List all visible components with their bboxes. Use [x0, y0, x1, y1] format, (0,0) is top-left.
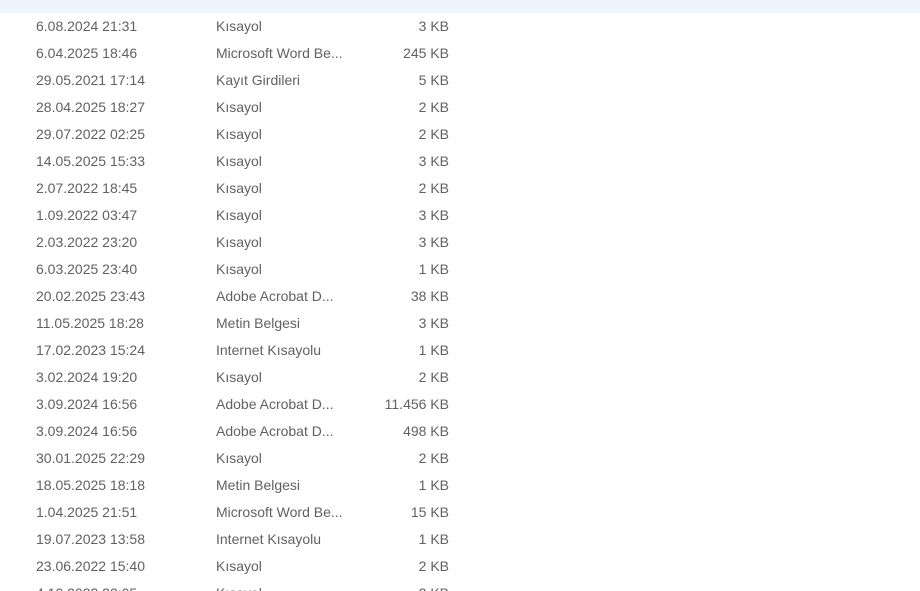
date-modified-cell: 20.02.2025 23:43 — [36, 288, 145, 304]
file-type-cell: Kısayol — [216, 580, 356, 591]
date-modified-cell: 29.05.2021 17:14 — [36, 72, 145, 88]
file-row[interactable]: 2.07.2022 18:45 Kısayol 2 KB — [0, 175, 920, 202]
date-modified-cell: 4.10.2022 22:05 — [36, 580, 206, 591]
file-size-cell — [360, 0, 449, 13]
date-modified-cell: 28.04.2025 18:27 — [36, 99, 145, 115]
file-size-cell: 3 KB — [418, 153, 449, 169]
file-size-cell: 245 KB — [403, 45, 449, 61]
file-size-cell: 3 KB — [418, 234, 449, 250]
file-size-cell: 2 KB — [418, 180, 449, 196]
file-row[interactable]: 2.03.2022 23:20 Kısayol 3 KB — [0, 229, 920, 256]
file-size-cell: 2 KB — [418, 450, 449, 466]
file-type-cell: Adobe Acrobat D... — [216, 288, 334, 304]
file-row[interactable]: 23.06.2022 15:40 Kısayol 2 KB — [0, 553, 920, 580]
date-modified-cell: 29.07.2022 02:25 — [36, 126, 145, 142]
date-modified-cell: 11.05.2025 18:28 — [36, 315, 144, 331]
file-type-cell: Kısayol — [216, 261, 262, 277]
file-list: 6.08.2024 21:31 Kısayol 3 KB 6.04.2025 1… — [0, 0, 920, 591]
file-row[interactable]: 6.08.2024 21:31 Kısayol 3 KB — [0, 13, 920, 40]
file-row[interactable]: 4.10.2022 22:05 Kısayol 2 KB — [0, 580, 920, 591]
file-type-cell: Kısayol — [216, 234, 262, 250]
file-size-cell: 5 KB — [418, 72, 449, 88]
file-size-cell: 1 KB — [418, 342, 449, 358]
file-type-cell: Metin Belgesi — [216, 477, 301, 493]
date-modified-cell: 19.07.2023 13:58 — [36, 531, 145, 547]
date-modified-cell: 1.09.2022 03:47 — [36, 207, 138, 223]
file-row[interactable]: 3.09.2024 16:56 Adobe Acrobat D... 498 K… — [0, 418, 920, 445]
date-modified-cell: 3.02.2024 19:20 — [36, 369, 138, 385]
file-size-cell: 3 KB — [418, 207, 449, 223]
date-modified-cell: 30.01.2025 22:29 — [36, 450, 145, 466]
date-modified-cell: 1.04.2025 21:51 — [36, 504, 138, 520]
file-row[interactable]: 11.05.2025 18:28 Metin Belgesi 3 KB — [0, 310, 920, 337]
file-row[interactable]: 29.05.2021 17:14 Kayıt Girdileri 5 KB — [0, 67, 920, 94]
file-size-cell: 38 KB — [410, 288, 449, 304]
file-row[interactable]: 30.01.2025 22:29 Kısayol 2 KB — [0, 445, 920, 472]
file-type-cell: Adobe Acrobat D... — [216, 396, 334, 412]
date-modified-cell: 2.03.2022 23:20 — [36, 234, 138, 250]
file-size-cell: 2 KB — [418, 99, 449, 115]
file-size-cell: 2 KB — [418, 558, 449, 574]
file-size-cell: 2 KB — [418, 369, 449, 385]
file-type-cell: Kayıt Girdileri — [216, 72, 301, 88]
file-type-cell: Kısayol — [216, 99, 262, 115]
file-size-cell: 1 KB — [418, 477, 449, 493]
file-type-cell: Kısayol — [216, 18, 262, 34]
date-modified-cell: 18.05.2025 18:18 — [36, 477, 145, 493]
file-row[interactable]: 28.04.2025 18:27 Kısayol 2 KB — [0, 94, 920, 121]
date-modified-cell: 2.07.2022 18:45 — [36, 180, 138, 196]
file-row[interactable]: 29.07.2022 02:25 Kısayol 2 KB — [0, 121, 920, 148]
file-type-cell: Kısayol — [216, 558, 262, 574]
file-row[interactable]: 18.05.2025 18:18 Metin Belgesi 1 KB — [0, 472, 920, 499]
date-modified-cell: 6.04.2025 18:46 — [36, 45, 138, 61]
date-modified-cell: 6.03.2025 23:40 — [36, 261, 138, 277]
file-size-cell: 2 KB — [418, 126, 449, 142]
file-size-cell: 498 KB — [403, 423, 449, 439]
file-row[interactable]: 6.04.2025 18:46 Microsoft Word Be... 245… — [0, 40, 920, 67]
date-modified-cell: 17.02.2023 15:24 — [36, 342, 145, 358]
date-modified-cell: 14.05.2025 15:33 — [36, 153, 145, 169]
file-row[interactable]: 1.04.2025 21:51 Microsoft Word Be... 15 … — [0, 499, 920, 526]
date-modified-cell: 23.06.2022 15:40 — [36, 558, 145, 574]
file-row[interactable]: 17.02.2023 15:24 Internet Kısayolu 1 KB — [0, 337, 920, 364]
file-type-cell: Kısayol — [216, 207, 262, 223]
file-row[interactable]: 1.09.2022 03:47 Kısayol 3 KB — [0, 202, 920, 229]
date-modified-cell — [36, 0, 206, 13]
file-row[interactable]: 20.02.2025 23:43 Adobe Acrobat D... 38 K… — [0, 283, 920, 310]
file-row[interactable]: 3.09.2024 16:56 Adobe Acrobat D... 11.45… — [0, 391, 920, 418]
file-row[interactable]: 14.05.2025 15:33 Kısayol 3 KB — [0, 148, 920, 175]
file-type-cell: Microsoft Word Be... — [216, 504, 343, 520]
file-type-cell: Kısayol — [216, 369, 262, 385]
file-size-cell: 3 KB — [418, 315, 449, 331]
file-row[interactable]: 19.07.2023 13:58 Internet Kısayolu 1 KB — [0, 526, 920, 553]
file-row[interactable] — [0, 0, 920, 13]
file-type-cell: Internet Kısayolu — [216, 342, 322, 358]
file-size-cell: 11.456 KB — [384, 396, 449, 412]
file-type-cell: Kısayol — [216, 126, 262, 142]
file-type-cell: Microsoft Word Be... — [216, 45, 343, 61]
file-type-cell — [216, 0, 356, 13]
file-type-cell: Kısayol — [216, 180, 262, 196]
file-type-cell: Internet Kısayolu — [216, 531, 322, 547]
file-size-cell: 3 KB — [418, 18, 449, 34]
file-size-cell: 1 KB — [418, 261, 449, 277]
file-type-cell: Kısayol — [216, 450, 262, 466]
file-size-cell: 1 KB — [418, 531, 449, 547]
file-row[interactable]: 6.03.2025 23:40 Kısayol 1 KB — [0, 256, 920, 283]
date-modified-cell: 3.09.2024 16:56 — [36, 396, 138, 412]
date-modified-cell: 6.08.2024 21:31 — [36, 18, 138, 34]
file-row[interactable]: 3.02.2024 19:20 Kısayol 2 KB — [0, 364, 920, 391]
file-size-cell: 2 KB — [360, 580, 449, 591]
file-type-cell: Kısayol — [216, 153, 262, 169]
date-modified-cell: 3.09.2024 16:56 — [36, 423, 138, 439]
file-type-cell: Metin Belgesi — [216, 315, 301, 331]
file-type-cell: Adobe Acrobat D... — [216, 423, 334, 439]
file-size-cell: 15 KB — [410, 504, 449, 520]
